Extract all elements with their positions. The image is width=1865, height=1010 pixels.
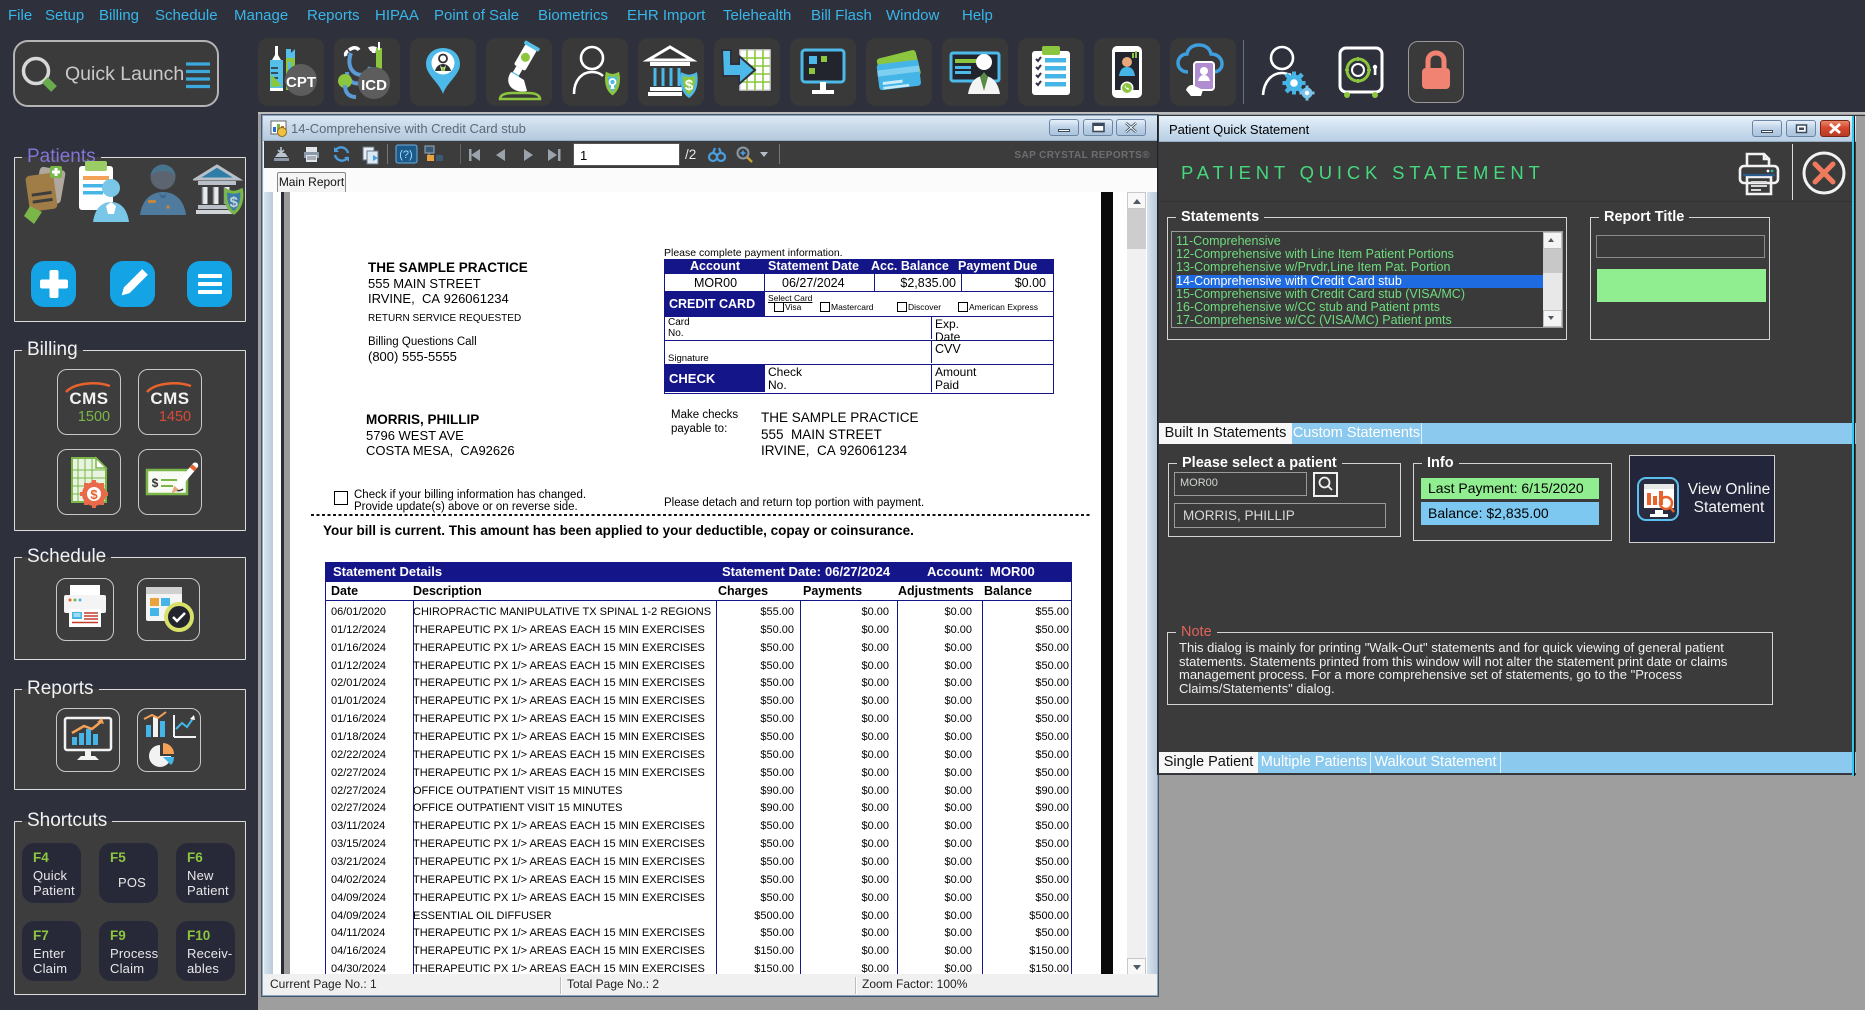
svg-text:$: $: [230, 194, 239, 211]
svg-text:CPT: CPT: [286, 74, 316, 91]
svg-text:ICD: ICD: [361, 77, 387, 94]
svg-text:$: $: [685, 77, 694, 94]
svg-text:CMS: CMS: [150, 389, 189, 408]
svg-text:(?): (?): [399, 149, 412, 161]
svg-text:$: $: [90, 487, 98, 502]
svg-text:$: $: [152, 476, 159, 490]
svg-text:CMS: CMS: [69, 389, 108, 408]
svg-text:Quick Launch: Quick Launch: [65, 63, 184, 85]
svg-text:1450: 1450: [159, 409, 191, 425]
svg-text:1500: 1500: [78, 409, 110, 425]
